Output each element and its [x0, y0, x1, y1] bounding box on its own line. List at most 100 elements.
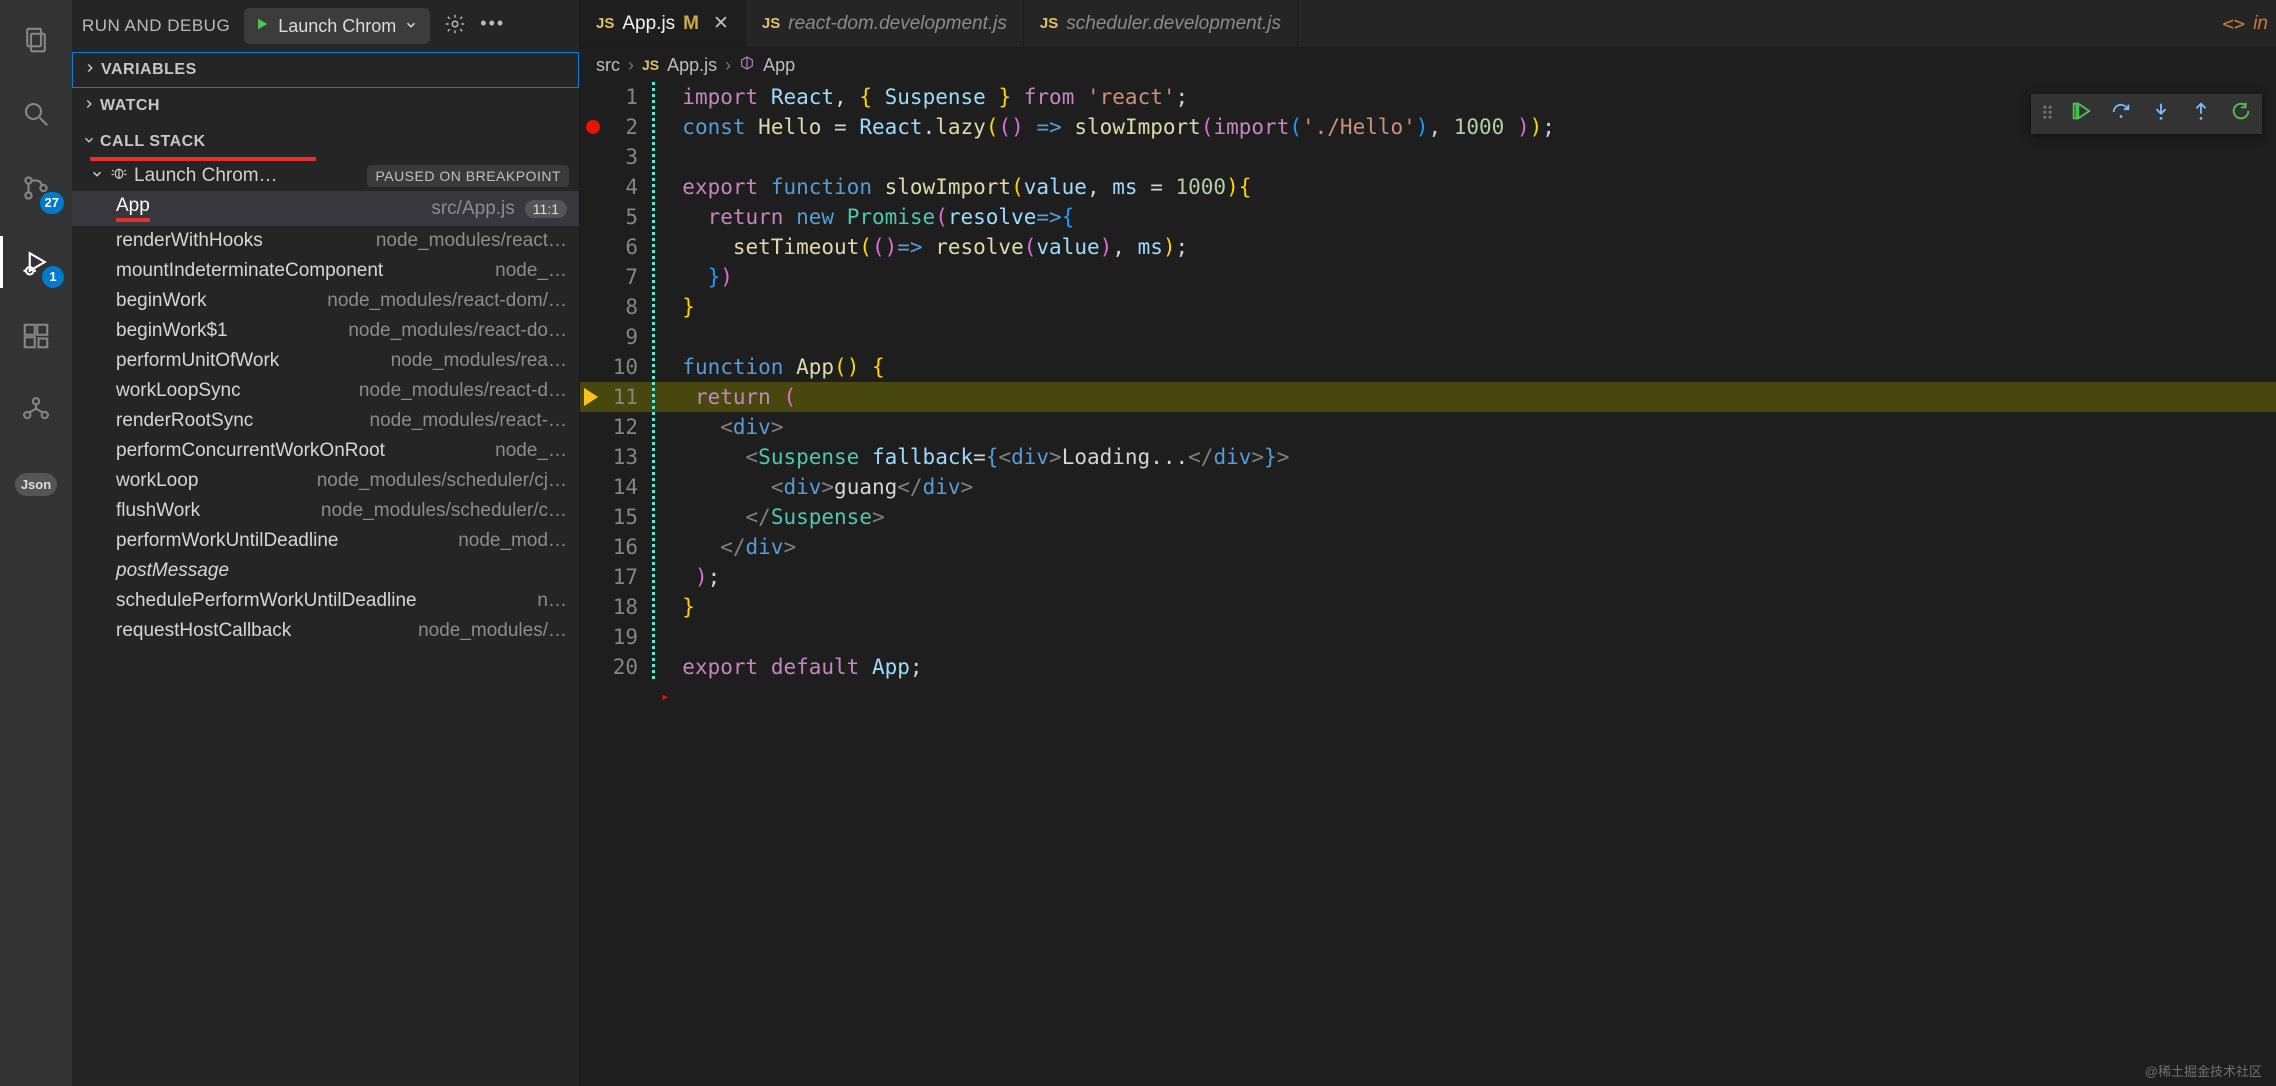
stack-frame[interactable]: performWorkUntilDeadlinenode_mod… [72, 526, 579, 556]
breakpoint-gutter[interactable] [580, 262, 606, 292]
chevron-down-icon[interactable] [404, 16, 418, 37]
breakpoint-gutter[interactable] [580, 622, 606, 652]
breakpoint-icon[interactable] [586, 120, 600, 134]
stack-frame[interactable]: mountIndeterminateComponentnode_… [72, 256, 579, 286]
code-content[interactable] [657, 322, 2276, 352]
stack-frame[interactable]: workLoopSyncnode_modules/react-d… [72, 376, 579, 406]
debug-toolbar[interactable]: ⠿ [2031, 94, 2262, 134]
breakpoint-gutter[interactable] [580, 472, 606, 502]
breakpoint-gutter[interactable] [580, 82, 606, 112]
code-content[interactable]: </div> [657, 532, 2276, 562]
search-icon[interactable] [12, 90, 60, 138]
overflow-tab[interactable]: <> in [2206, 0, 2276, 47]
json-tool-icon[interactable]: Json [12, 460, 60, 508]
code-content[interactable]: }) [657, 262, 2276, 292]
breakpoint-gutter[interactable] [580, 352, 606, 382]
variables-section[interactable]: VARIABLES [72, 52, 579, 88]
breakpoint-gutter[interactable] [580, 202, 606, 232]
code-line[interactable]: 17 ); [580, 562, 2276, 592]
code-line[interactable]: 20 export default App; [580, 652, 2276, 682]
debug-config-selector[interactable]: Launch Chrom [244, 8, 430, 44]
debug-session[interactable]: Launch Chrom… PAUSED ON BREAKPOINT [72, 160, 579, 191]
code-line[interactable]: 2 const Hello = React.lazy(() => slowImp… [580, 112, 2276, 142]
code-content[interactable] [657, 142, 2276, 172]
breakpoint-gutter[interactable] [580, 532, 606, 562]
code-editor[interactable]: 1 import React, { Suspense } from 'react… [580, 82, 2276, 1086]
breakpoint-gutter[interactable] [580, 322, 606, 352]
stack-frame[interactable]: renderWithHooksnode_modules/react… [72, 226, 579, 256]
step-out-button[interactable] [2190, 100, 2212, 128]
breakpoint-gutter[interactable] [580, 172, 606, 202]
continue-button[interactable] [2070, 100, 2092, 128]
breakpoint-gutter[interactable] [580, 292, 606, 322]
source-control-icon[interactable]: 27 [12, 164, 60, 212]
code-line[interactable]: 4 export function slowImport(value, ms =… [580, 172, 2276, 202]
code-content[interactable]: <div>guang</div> [657, 472, 2276, 502]
extensions-icon[interactable] [12, 312, 60, 360]
editor-tab[interactable]: JSreact-dom.development.js [746, 0, 1024, 47]
stack-frame[interactable]: Appsrc/App.js11:1 [72, 191, 579, 226]
code-content[interactable]: setTimeout(()=> resolve(value), ms); [657, 232, 2276, 262]
crumb-folder[interactable]: src [596, 55, 620, 76]
run-debug-icon[interactable]: 1 [12, 238, 60, 286]
code-content[interactable]: export default App; [657, 652, 2276, 682]
breakpoint-gutter[interactable] [580, 112, 606, 142]
crumb-symbol[interactable]: App [763, 55, 795, 76]
code-line[interactable]: 18 } [580, 592, 2276, 622]
breakpoint-gutter[interactable] [580, 592, 606, 622]
code-line[interactable]: 19 [580, 622, 2276, 652]
stack-frame[interactable]: flushWorknode_modules/scheduler/c… [72, 496, 579, 526]
code-line[interactable]: 10 function App() { [580, 352, 2276, 382]
step-over-button[interactable] [2110, 100, 2132, 128]
code-line[interactable]: 13 <Suspense fallback={<div>Loading...</… [580, 442, 2276, 472]
code-line[interactable]: 16 </div> [580, 532, 2276, 562]
breakpoint-gutter[interactable] [580, 142, 606, 172]
close-tab-icon[interactable]: ✕ [713, 12, 729, 35]
code-content[interactable]: function App() { [657, 352, 2276, 382]
stack-frame[interactable]: schedulePerformWorkUntilDeadlinen… [72, 586, 579, 616]
stack-frame[interactable]: postMessage [72, 556, 579, 586]
code-line[interactable]: 5 return new Promise(resolve=>{ [580, 202, 2276, 232]
code-line[interactable]: 8 } [580, 292, 2276, 322]
breadcrumbs[interactable]: src › JS App.js › App [580, 48, 2276, 82]
code-line[interactable]: 9 [580, 322, 2276, 352]
watch-section[interactable]: WATCH [72, 88, 579, 124]
code-content[interactable]: return ( [657, 382, 2276, 412]
editor-tab[interactable]: JSscheduler.development.js [1024, 0, 1298, 47]
code-content[interactable]: return new Promise(resolve=>{ [657, 202, 2276, 232]
code-line[interactable]: 7 }) [580, 262, 2276, 292]
stack-frame[interactable]: workLoopnode_modules/scheduler/cj… [72, 466, 579, 496]
breakpoint-gutter[interactable] [580, 562, 606, 592]
editor-tab[interactable]: JSApp.jsM✕ [580, 0, 746, 47]
code-line[interactable]: 14 <div>guang</div> [580, 472, 2276, 502]
stack-frame[interactable]: beginWorknode_modules/react-dom/… [72, 286, 579, 316]
step-into-button[interactable] [2150, 100, 2172, 128]
breakpoint-gutter[interactable] [580, 412, 606, 442]
code-content[interactable]: </Suspense> [657, 502, 2276, 532]
code-content[interactable]: } [657, 592, 2276, 622]
stack-frame[interactable]: performConcurrentWorkOnRootnode_… [72, 436, 579, 466]
start-debug-icon[interactable] [254, 16, 270, 37]
breakpoint-gutter[interactable] [580, 382, 606, 412]
gear-icon[interactable] [444, 13, 466, 40]
restart-button[interactable] [2230, 100, 2252, 128]
code-content[interactable]: <Suspense fallback={<div>Loading...</div… [657, 442, 2276, 472]
breakpoint-gutter[interactable] [580, 442, 606, 472]
callstack-section[interactable]: CALL STACK [72, 124, 579, 160]
stack-frame[interactable]: performUnitOfWorknode_modules/rea… [72, 346, 579, 376]
explorer-icon[interactable] [12, 16, 60, 64]
more-icon[interactable]: ••• [480, 13, 505, 40]
code-content[interactable]: <div> [657, 412, 2276, 442]
code-line[interactable]: 6 setTimeout(()=> resolve(value), ms); [580, 232, 2276, 262]
code-line[interactable]: 12 <div> [580, 412, 2276, 442]
breakpoint-gutter[interactable] [580, 502, 606, 532]
drag-handle-icon[interactable]: ⠿ [2041, 104, 2052, 125]
code-content[interactable]: } [657, 292, 2276, 322]
code-line[interactable]: 15 </Suspense> [580, 502, 2276, 532]
crumb-file[interactable]: App.js [667, 55, 717, 76]
breakpoint-gutter[interactable] [580, 652, 606, 682]
code-line[interactable]: 3 [580, 142, 2276, 172]
code-content[interactable]: export function slowImport(value, ms = 1… [657, 172, 2276, 202]
breakpoint-gutter[interactable] [580, 232, 606, 262]
code-content[interactable] [657, 622, 2276, 652]
